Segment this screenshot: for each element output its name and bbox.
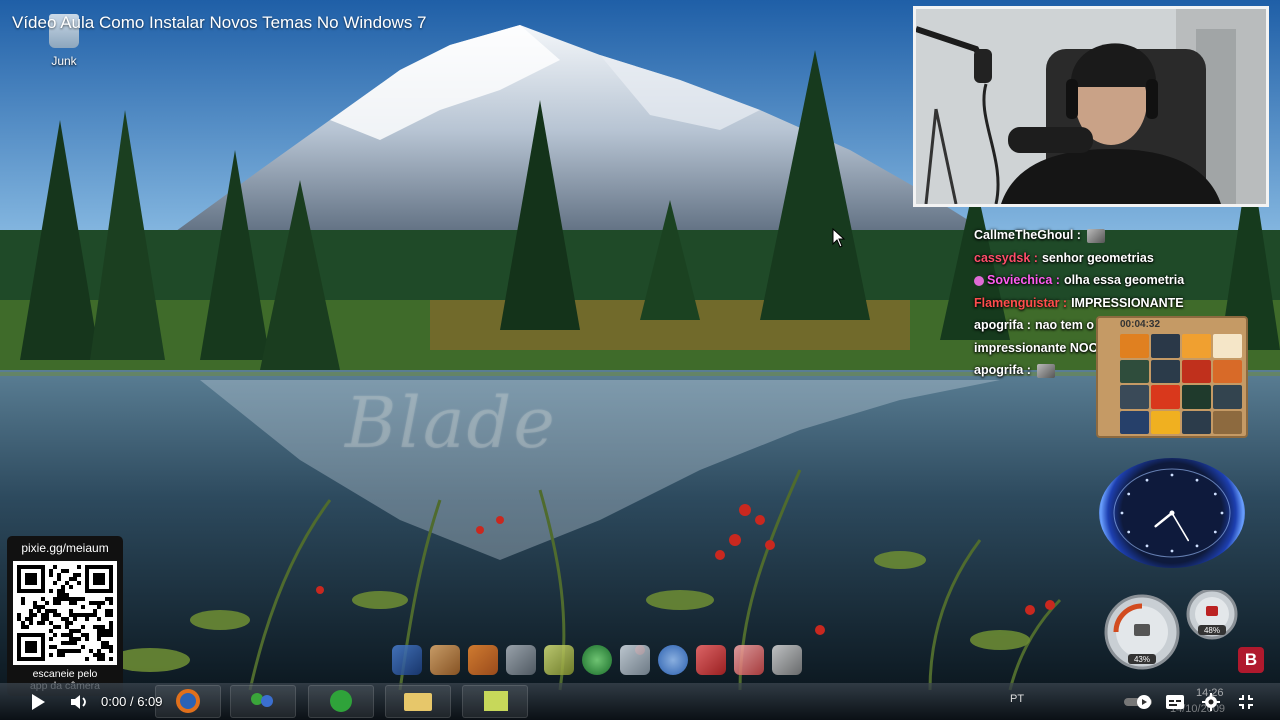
puzzle-tile[interactable] (1213, 385, 1242, 409)
chat-text: nao tem o (1034, 318, 1094, 332)
qr-code-icon (13, 561, 117, 665)
clock-tick (1145, 544, 1149, 548)
clock-face (1113, 468, 1231, 558)
exit-fullscreen-button[interactable] (1234, 684, 1258, 720)
cpu-percent: 43% (1134, 655, 1150, 664)
clock-tick (1195, 478, 1199, 482)
puzzle-tile[interactable] (1182, 334, 1211, 358)
puzzle-timer: 00:04:32 (1120, 319, 1161, 330)
pixie-qr-card[interactable]: pixie.gg/meiaum escaneie pelo app da câm… (7, 536, 123, 696)
chat-text: senhor geometrias (1041, 250, 1154, 265)
chat-username[interactable]: apogrifa : (974, 318, 1031, 332)
dock-tools-icon[interactable] (430, 645, 460, 675)
dock-folder-icon[interactable] (468, 645, 498, 675)
clock-gadget[interactable] (1099, 458, 1245, 568)
subscriber-badge-icon (974, 275, 984, 286)
dock-orb-icon[interactable] (582, 645, 612, 675)
duration: 6:09 (137, 694, 163, 709)
puzzle-tile[interactable] (1151, 385, 1180, 409)
puzzle-tile[interactable] (1213, 359, 1242, 383)
dock-notes-icon[interactable] (544, 645, 574, 675)
emote-icon (1086, 228, 1105, 243)
pixie-url: pixie.gg/meiaum (21, 541, 109, 555)
puzzle-tile[interactable] (1182, 359, 1211, 383)
puzzle-tile[interactable] (1213, 334, 1242, 358)
time-separator: / (129, 694, 134, 709)
memory-percent: 48% (1204, 626, 1220, 635)
emote-icon (1036, 363, 1055, 378)
chat-username[interactable]: cassydsk : (974, 251, 1038, 265)
autoplay-toggle[interactable] (1122, 684, 1156, 720)
dock-help-icon[interactable] (658, 645, 688, 675)
play-button[interactable] (22, 684, 54, 720)
dock-settings-icon[interactable] (772, 645, 802, 675)
puzzle-tile[interactable] (1120, 359, 1149, 383)
dock-app-icon[interactable] (506, 645, 536, 675)
chat-username[interactable]: apogrifa : (974, 363, 1031, 377)
puzzle-gadget[interactable]: 00:04:32 (1096, 316, 1248, 438)
puzzle-grid[interactable] (1120, 334, 1242, 434)
wallpaper-watermark: Blade (345, 382, 557, 464)
desktop-dock (392, 645, 912, 681)
clock-tick (1127, 530, 1131, 534)
video-title[interactable]: Vídeo Aula Como Instalar Novos Temas No … (12, 13, 427, 33)
play-icon (32, 694, 45, 710)
puzzle-tile[interactable] (1151, 410, 1180, 434)
clock-tick (1213, 492, 1217, 496)
puzzle-tile[interactable] (1120, 410, 1149, 434)
puzzle-tile[interactable] (1182, 410, 1211, 434)
exit-fullscreen-icon (1239, 695, 1253, 709)
puzzle-tile[interactable] (1120, 385, 1149, 409)
chat-message: Soviechica : olha essa geometria (974, 269, 1274, 292)
clock-tick (1170, 473, 1174, 477)
puzzle-tile[interactable] (1182, 385, 1211, 409)
clock-tick (1213, 530, 1217, 534)
captions-icon (1166, 695, 1184, 709)
puzzle-tile-empty (1213, 410, 1242, 434)
time-readout: 0:00 / 6:09 (101, 694, 163, 709)
chat-text: impressionante NOOO (974, 340, 1109, 355)
current-time: 0:00 (101, 694, 127, 709)
chat-username[interactable]: CallmeTheGhoul : (974, 228, 1081, 242)
clock-tick (1195, 544, 1199, 548)
clock-tick (1170, 549, 1174, 553)
memory-icon (1206, 606, 1218, 616)
chat-username[interactable]: Soviechica : (987, 273, 1060, 287)
chat-message: cassydsk : senhor geometrias (974, 247, 1274, 270)
channel-watermark-badge[interactable]: B (1238, 647, 1264, 673)
puzzle-tile[interactable] (1151, 334, 1180, 358)
video-player-controls: 0:00 / 6:09 (0, 684, 1280, 720)
settings-button[interactable] (1198, 684, 1224, 720)
puzzle-tile[interactable] (1151, 359, 1180, 383)
clock-minute-hand (1171, 512, 1190, 542)
dock-chat-icon[interactable] (620, 645, 650, 675)
clock-tick (1127, 492, 1131, 496)
clock-tick (1220, 511, 1224, 515)
chat-text: IMPRESSIONANTE (1071, 295, 1184, 310)
captions-button[interactable] (1162, 684, 1188, 720)
streamer-camera-feed (916, 9, 1266, 204)
pixie-hint-line: escaneie pelo (32, 668, 98, 680)
dock-paint-icon[interactable] (734, 645, 764, 675)
chat-text: olha essa geometria (1063, 273, 1185, 287)
chat-username[interactable]: Flamenguistar : (974, 296, 1067, 310)
puzzle-tile[interactable] (1120, 334, 1149, 358)
desktop-icon-label: Junk (51, 54, 77, 68)
clock-hour-hand (1154, 511, 1174, 528)
dock-monitor-icon[interactable] (392, 645, 422, 675)
mouse-cursor-icon (832, 228, 846, 248)
meters-dials: 43% 48% (1104, 588, 1238, 670)
clock-tick (1120, 511, 1124, 515)
webcam-overlay (913, 6, 1269, 207)
volume-icon (71, 695, 86, 709)
cpu-icon (1134, 624, 1150, 636)
volume-button[interactable] (66, 684, 94, 720)
autoplay-toggle-icon (1124, 695, 1152, 709)
clock-tick (1145, 478, 1149, 482)
gear-icon (1202, 693, 1220, 711)
chat-message: Flamenguistar : IMPRESSIONANTE (974, 292, 1274, 315)
dock-media-icon[interactable] (696, 645, 726, 675)
meters-gadget[interactable]: 43% 48% (1094, 588, 1250, 670)
chat-message: CallmeTheGhoul : (974, 224, 1274, 247)
